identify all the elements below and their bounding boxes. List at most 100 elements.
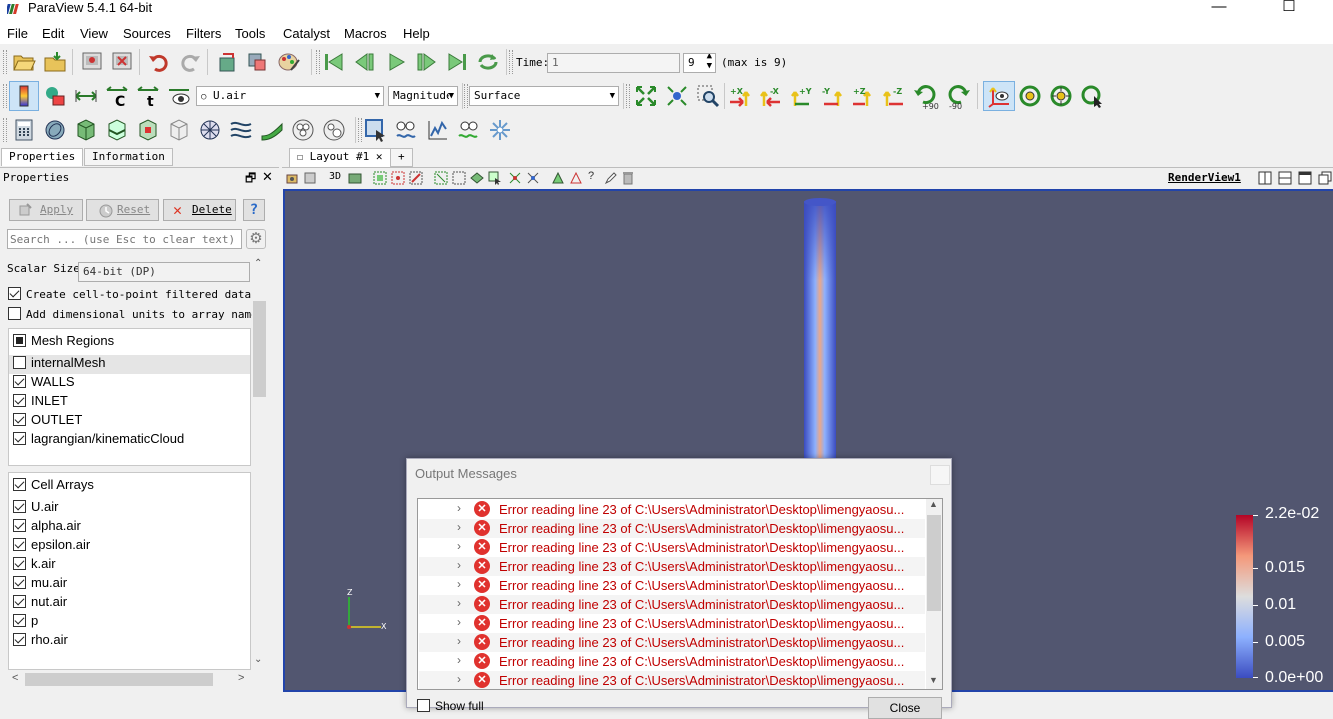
- view-plus-y-icon[interactable]: +Y: [789, 84, 813, 108]
- messages-scrollbar[interactable]: ▲ ▼: [926, 499, 942, 689]
- interactive-select-icon[interactable]: [488, 171, 502, 185]
- message-row[interactable]: › ✕ Error reading line 23 of C:\Users\Admi…: [419, 652, 925, 671]
- clear-selection-icon[interactable]: [621, 171, 635, 185]
- mesh-region-item[interactable]: lagrangian/kinematicCloud: [13, 431, 184, 450]
- scroll-down-icon[interactable]: ▼: [929, 675, 938, 685]
- play-icon[interactable]: [384, 50, 408, 74]
- reset-center-icon[interactable]: [1018, 84, 1042, 108]
- advanced-properties-gear-icon[interactable]: ⚙: [246, 229, 266, 249]
- expand-chevron-icon[interactable]: ›: [457, 596, 461, 610]
- expand-chevron-icon[interactable]: ›: [457, 672, 461, 686]
- load-state-icon[interactable]: [43, 50, 67, 74]
- query-selection-icon[interactable]: ?: [588, 170, 594, 182]
- select-points-through-icon[interactable]: [434, 171, 448, 185]
- extract-subset-icon[interactable]: [167, 118, 191, 142]
- render-view-name[interactable]: RenderView1: [1168, 171, 1241, 184]
- view-minus-x-icon[interactable]: -X: [758, 84, 782, 108]
- output-messages-dialog[interactable]: Output Messages › ✕ Error reading line 23 …: [406, 458, 952, 719]
- menu-sources[interactable]: Sources: [123, 26, 171, 41]
- float-panel-icon[interactable]: 🗗: [245, 169, 256, 190]
- menu-file[interactable]: File: [7, 26, 28, 41]
- edit-selection-icon[interactable]: [604, 171, 618, 185]
- close-tab-icon[interactable]: ✕: [376, 150, 383, 163]
- scroll-up-icon[interactable]: ⌃: [254, 258, 262, 269]
- maximize-view-icon[interactable]: [1298, 171, 1312, 185]
- cell-array-item[interactable]: k.air: [13, 556, 56, 575]
- next-frame-icon[interactable]: [414, 50, 438, 74]
- select-blocks-icon[interactable]: [470, 171, 484, 185]
- cell-array-item[interactable]: nut.air: [13, 594, 67, 613]
- expand-chevron-icon[interactable]: ›: [457, 539, 461, 553]
- previous-frame-icon[interactable]: [353, 50, 377, 74]
- rescale-range-icon[interactable]: [74, 84, 98, 108]
- mesh-region-item[interactable]: WALLS: [13, 374, 75, 393]
- representation-select[interactable]: Surface ▼: [469, 86, 619, 106]
- zoom-to-box-icon[interactable]: [696, 84, 720, 108]
- zoom-to-data-icon[interactable]: [665, 84, 689, 108]
- expand-chevron-icon[interactable]: ›: [457, 634, 461, 648]
- hover-cells-icon[interactable]: [526, 171, 540, 185]
- help-button[interactable]: ?: [243, 199, 265, 221]
- select-cells-through-icon[interactable]: [409, 171, 423, 185]
- pick-center-icon[interactable]: [1049, 84, 1073, 108]
- split-horizontal-icon[interactable]: [1258, 171, 1272, 185]
- open-folder-icon[interactable]: [12, 50, 36, 74]
- delete-button[interactable]: ✕ Delete: [163, 199, 236, 221]
- minimize-button[interactable]: —: [1196, 0, 1242, 22]
- cell-array-item[interactable]: alpha.air: [13, 518, 81, 537]
- scroll-up-icon[interactable]: ▲: [929, 499, 938, 509]
- histogram-icon[interactable]: [457, 118, 481, 142]
- rotate-around-center-icon[interactable]: [1080, 84, 1104, 108]
- menu-filters[interactable]: Filters: [186, 26, 221, 41]
- message-row[interactable]: › ✕ Error reading line 23 of C:\Users\Admi…: [419, 519, 925, 538]
- time-value-field[interactable]: 1: [547, 53, 680, 73]
- rotate-plus-90-icon[interactable]: +90: [912, 82, 940, 110]
- message-row[interactable]: › ✕ Error reading line 23 of C:\Users\Admi…: [419, 538, 925, 557]
- cell-arrays-list[interactable]: Cell Arrays U.air alpha.air epsilon.air …: [8, 472, 251, 670]
- message-row[interactable]: › ✕ Error reading line 23 of C:\Users\Admi…: [419, 671, 925, 689]
- calculator-icon[interactable]: [12, 118, 36, 142]
- expand-chevron-icon[interactable]: ›: [457, 558, 461, 572]
- maximize-button[interactable]: ☐: [1266, 0, 1312, 22]
- show-center-axes-button[interactable]: [983, 81, 1015, 111]
- scrollbar-thumb[interactable]: [25, 673, 213, 686]
- component-select[interactable]: Magnitude ▼: [388, 86, 458, 106]
- dialog-close-box[interactable]: [930, 465, 950, 485]
- select-cells-on-icon[interactable]: [364, 118, 388, 142]
- menu-help[interactable]: Help: [403, 26, 430, 41]
- properties-horizontal-scrollbar[interactable]: < >: [0, 672, 252, 687]
- cell-arrays-header[interactable]: Cell Arrays: [13, 477, 94, 496]
- apply-button[interactable]: Apply: [9, 199, 83, 221]
- scrollbar-thumb[interactable]: [927, 515, 941, 611]
- contour-icon[interactable]: [43, 118, 67, 142]
- rescale-temporal-range-icon[interactable]: t: [136, 84, 160, 108]
- camera-redo-icon[interactable]: [245, 50, 269, 74]
- mesh-region-item[interactable]: INLET: [13, 393, 68, 412]
- show-full-checkbox[interactable]: Show full: [417, 699, 484, 713]
- shrink-selection-icon[interactable]: [569, 171, 583, 185]
- expand-chevron-icon[interactable]: ›: [457, 577, 461, 591]
- loop-icon[interactable]: [476, 50, 500, 74]
- view-plus-z-icon[interactable]: +Z: [851, 84, 875, 108]
- menu-tools[interactable]: Tools: [235, 26, 265, 41]
- last-frame-icon[interactable]: [445, 50, 469, 74]
- view-plus-x-icon[interactable]: +X: [728, 84, 752, 108]
- create-cell-to-point-checkbox[interactable]: Create cell-to-point filtered data: [8, 287, 251, 306]
- add-layout-tab-button[interactable]: +: [390, 148, 413, 167]
- grow-selection-icon[interactable]: [551, 171, 565, 185]
- rotate-minus-90-icon[interactable]: -90: [944, 82, 972, 110]
- glyph-icon[interactable]: [198, 118, 222, 142]
- view-minus-y-icon[interactable]: -Y: [820, 84, 844, 108]
- edit-view-icon[interactable]: [304, 171, 318, 185]
- warp-by-vector-icon[interactable]: [260, 118, 284, 142]
- tab-information[interactable]: Information: [84, 148, 173, 166]
- first-frame-icon[interactable]: [322, 50, 346, 74]
- menu-view[interactable]: View: [80, 26, 108, 41]
- redo-icon[interactable]: [178, 50, 202, 74]
- extract-level-icon[interactable]: [322, 118, 346, 142]
- mesh-regions-list[interactable]: Mesh Regions internalMesh WALLS INLET OU…: [8, 328, 251, 466]
- reset-camera-icon[interactable]: [634, 84, 658, 108]
- expand-chevron-icon[interactable]: ›: [457, 520, 461, 534]
- add-dimensional-units-checkbox[interactable]: Add dimensional units to array names: [8, 307, 252, 326]
- close-messages-button[interactable]: Close: [868, 697, 942, 719]
